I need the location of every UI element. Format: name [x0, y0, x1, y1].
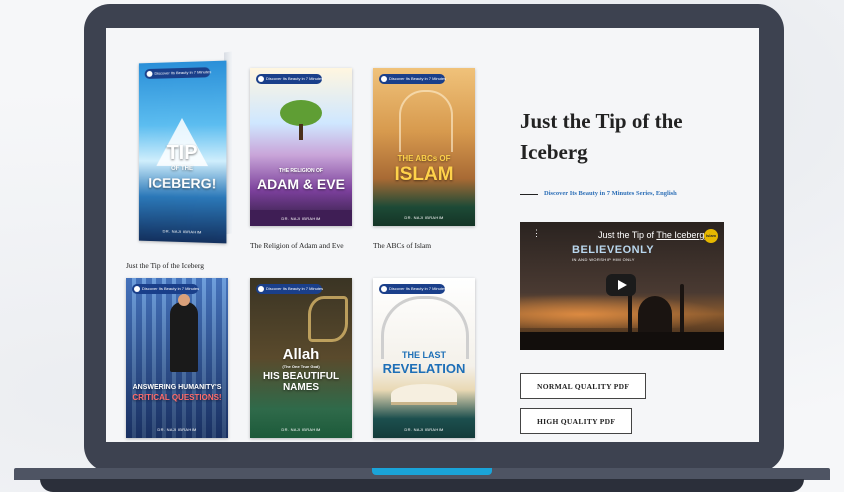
- mosque-minaret-right: [680, 284, 684, 336]
- cover-title-line2: ADAM & EVE: [257, 176, 345, 192]
- cover-title-line1: TIP: [166, 141, 198, 165]
- cover-author: DR. NAJI IBRAHIM: [281, 216, 321, 221]
- cover-title-line1: Allah: [282, 346, 320, 363]
- tree-trunk: [299, 124, 303, 140]
- man-head: [178, 294, 190, 306]
- open-book-illustration: [391, 384, 457, 405]
- laptop-notch: [372, 468, 492, 475]
- book-cover-allah[interactable]: Discover Its Beauty in 7 Minutes Allah (…: [250, 278, 352, 438]
- cover-title-line1: THE ABCs OF: [397, 154, 451, 163]
- video-menu-icon[interactable]: ⋮: [532, 228, 541, 239]
- laptop-screen: Discover Its Beauty in 7 Minutes TIP OF …: [106, 28, 759, 442]
- cover-title-line1: THE RELIGION OF: [279, 168, 323, 174]
- video-title[interactable]: Just the Tip of The Iceberg: [598, 230, 704, 240]
- book-cover-iceberg[interactable]: Discover Its Beauty in 7 Minutes TIP OF …: [138, 60, 227, 244]
- book-abcs-islam[interactable]: Discover Its Beauty in 7 Minutes THE ABC…: [373, 68, 477, 258]
- book-answering-questions[interactable]: Discover Its Beauty in 7 Minutes ANSWERI…: [126, 278, 230, 442]
- book-last-revelation[interactable]: Discover Its Beauty in 7 Minutes THE LAS…: [373, 278, 477, 442]
- cover-title-line1: ANSWERING HUMANITY'S: [132, 384, 222, 391]
- video-player[interactable]: ⋮ Just the Tip of The Iceberg Islam BELI…: [520, 222, 724, 350]
- series-link[interactable]: Discover Its Beauty in 7 Minutes Series,…: [520, 190, 677, 197]
- arch-decoration: [399, 90, 453, 152]
- book-iceberg[interactable]: Discover Its Beauty in 7 Minutes TIP OF …: [124, 48, 234, 270]
- mosque-dome: [638, 296, 672, 332]
- cover-title-line2: HIS BEAUTIFUL NAMES: [262, 371, 340, 393]
- series-badge: Discover Its Beauty in 7 Minutes: [256, 284, 323, 294]
- book-caption[interactable]: The Religion of Adam and Eve: [250, 241, 344, 250]
- book-cover-revelation[interactable]: Discover Its Beauty in 7 Minutes THE LAS…: [373, 278, 475, 438]
- video-ground: [520, 332, 724, 350]
- video-banner-text: BELIEVEONLY: [572, 244, 655, 256]
- sunset-glow: [520, 294, 724, 328]
- cover-small-text: (The One True God): [282, 364, 320, 369]
- cover-title-line1: THE LAST: [402, 350, 446, 360]
- play-button-icon[interactable]: [606, 274, 636, 296]
- calligraphy-decoration: [308, 296, 348, 342]
- normal-quality-pdf-button[interactable]: NORMAL QUALITY PDF: [520, 373, 647, 399]
- series-badge: Discover Its Beauty in 7 Minutes: [379, 284, 446, 294]
- cover-author: DR. NAJI IBRAHIM: [404, 215, 444, 220]
- laptop-base-bottom: [40, 479, 804, 492]
- cover-small-text: OF THE: [171, 165, 193, 173]
- cover-title-line2: ISLAM: [394, 164, 454, 185]
- cover-author: DR. NAJI IBRAHIM: [404, 427, 444, 432]
- book-caption[interactable]: The ABCs of Islam: [373, 241, 431, 250]
- cover-title-line2: CRITICAL QUESTIONS!: [132, 393, 222, 402]
- book-cover-adam-eve[interactable]: Discover Its Beauty in 7 Minutes THE REL…: [250, 68, 352, 226]
- series-badge: Discover Its Beauty in 7 Minutes: [379, 74, 446, 84]
- book-adam-eve[interactable]: Discover Its Beauty in 7 Minutes THE REL…: [250, 68, 354, 258]
- series-badge: Discover Its Beauty in 7 Minutes: [132, 284, 199, 294]
- high-quality-pdf-button[interactable]: HIGH QUALITY PDF: [520, 408, 633, 434]
- cover-author: DR. NAJI IBRAHIM: [157, 427, 197, 432]
- book-caption[interactable]: Just the Tip of the Iceberg: [126, 261, 204, 270]
- cover-author: DR. NAJI IBRAHIM: [162, 228, 202, 235]
- tree-crown: [280, 100, 322, 126]
- man-figure: [170, 302, 198, 372]
- book-cover-answering[interactable]: Discover Its Beauty in 7 Minutes ANSWERI…: [126, 278, 228, 438]
- channel-logo-icon[interactable]: Islam: [704, 229, 718, 243]
- book-title: Just the Tip of the Iceberg: [520, 109, 683, 164]
- book-allah-names[interactable]: Discover Its Beauty in 7 Minutes Allah (…: [250, 278, 354, 442]
- cover-author: DR. NAJI IBRAHIM: [281, 427, 321, 432]
- cover-title-line2: ICEBERG!: [148, 174, 217, 192]
- series-badge: Discover Its Beauty in 7 Minutes: [144, 67, 211, 79]
- series-badge: Discover Its Beauty in 7 Minutes: [256, 74, 323, 84]
- cover-title-line2: REVELATION: [382, 361, 466, 376]
- video-banner-subtitle: IN AND WORSHIP HIM ONLY: [572, 257, 635, 262]
- book-cover-abcs[interactable]: Discover Its Beauty in 7 Minutes THE ABC…: [373, 68, 475, 226]
